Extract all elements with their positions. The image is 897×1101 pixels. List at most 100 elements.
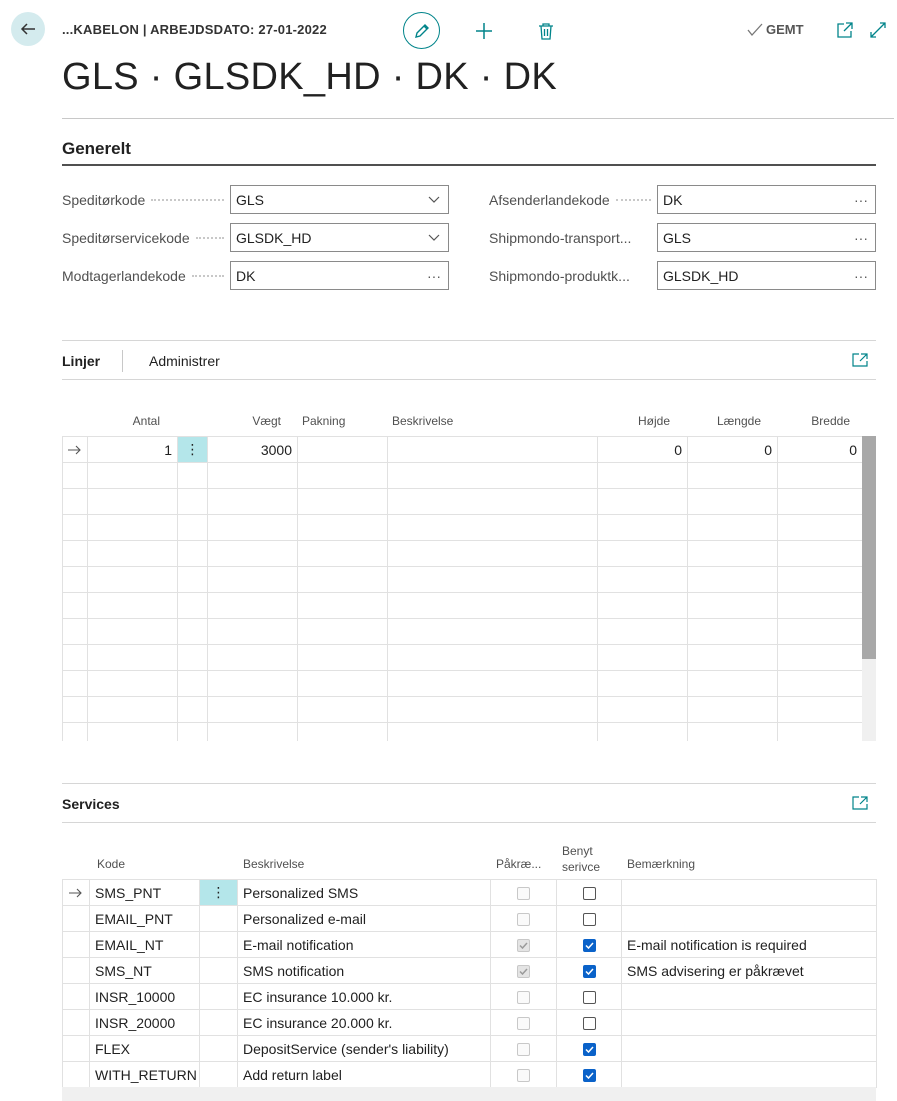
use-service-checkbox-cell[interactable]: [556, 957, 622, 984]
service-code-cell[interactable]: EMAIL_NT: [89, 931, 200, 958]
shipmondo-product-field[interactable]: GLSDK_HD ···: [657, 261, 876, 290]
services-expand-button[interactable]: [851, 795, 869, 811]
remark-cell[interactable]: [621, 1009, 877, 1036]
service-code-cell[interactable]: EMAIL_PNT: [89, 905, 200, 932]
column-header-remark[interactable]: Bemærkning: [627, 857, 695, 871]
use-service-checkbox[interactable]: [582, 991, 596, 1005]
tab-lines[interactable]: Linjer: [62, 353, 100, 369]
use-service-checkbox[interactable]: [582, 1069, 596, 1083]
table-row[interactable]: INSR_10000 EC insurance 10.000 kr.: [62, 983, 877, 1010]
service-description-cell[interactable]: Personalized SMS: [237, 879, 491, 906]
service-code-cell[interactable]: INSR_10000: [89, 983, 200, 1010]
table-row[interactable]: [62, 696, 862, 723]
service-code-cell[interactable]: INSR_20000: [89, 1009, 200, 1036]
use-service-checkbox[interactable]: [582, 965, 596, 979]
table-row[interactable]: [62, 722, 862, 741]
service-description-cell[interactable]: Personalized e-mail: [237, 905, 491, 932]
lookup-ellipsis-icon[interactable]: ···: [420, 268, 448, 284]
service-description-cell[interactable]: EC insurance 20.000 kr.: [237, 1009, 491, 1036]
back-button[interactable]: [11, 12, 45, 46]
table-row[interactable]: [62, 462, 862, 489]
height-cell[interactable]: 0: [597, 436, 688, 463]
remark-cell[interactable]: [621, 983, 877, 1010]
service-description-cell[interactable]: DepositService (sender's liability): [237, 1035, 491, 1062]
table-row[interactable]: 1 ⋮ 3000 0 0 0: [62, 436, 862, 463]
table-row[interactable]: [62, 618, 862, 645]
row-menu-button[interactable]: [199, 957, 238, 984]
edit-button[interactable]: [403, 12, 440, 49]
table-row[interactable]: EMAIL_PNT Personalized e-mail: [62, 905, 877, 932]
expand-button[interactable]: [868, 20, 888, 40]
service-description-cell[interactable]: E-mail notification: [237, 931, 491, 958]
use-service-checkbox[interactable]: [582, 939, 596, 953]
use-service-checkbox[interactable]: [582, 887, 596, 901]
table-row[interactable]: [62, 540, 862, 567]
column-header-quantity[interactable]: Antal: [88, 414, 160, 428]
table-row[interactable]: SMS_PNT ⋮ Personalized SMS: [62, 879, 877, 906]
table-row[interactable]: SMS_NT SMS notification SMS advisering er …: [62, 957, 877, 984]
table-row[interactable]: WITH_RETURN Add return label: [62, 1061, 877, 1088]
remark-cell[interactable]: [621, 1035, 877, 1062]
table-row[interactable]: [62, 514, 862, 541]
remark-cell[interactable]: [621, 879, 877, 906]
table-row[interactable]: [62, 592, 862, 619]
receiver-country-code-field[interactable]: DK ···: [230, 261, 449, 290]
use-service-checkbox-cell[interactable]: [556, 983, 622, 1010]
tab-manage[interactable]: Administrer: [149, 353, 220, 369]
quantity-cell[interactable]: 1: [87, 436, 178, 463]
column-header-weight[interactable]: Vægt: [207, 414, 281, 428]
table-row[interactable]: EMAIL_NT E-mail notification E-mail notifi…: [62, 931, 877, 958]
table-row[interactable]: FLEX DepositService (sender's liability): [62, 1035, 877, 1062]
table-row[interactable]: [62, 670, 862, 697]
carrier-service-code-dropdown[interactable]: GLSDK_HD: [230, 223, 449, 252]
column-header-length[interactable]: Længde: [687, 414, 761, 428]
column-header-width[interactable]: Bredde: [777, 414, 850, 428]
service-code-cell[interactable]: SMS_NT: [89, 957, 200, 984]
length-cell[interactable]: 0: [687, 436, 778, 463]
column-header-service-description[interactable]: Beskrivelse: [243, 857, 304, 871]
new-button[interactable]: [473, 20, 495, 42]
row-menu-button[interactable]: [199, 1061, 238, 1088]
table-row[interactable]: [62, 566, 862, 593]
service-code-cell[interactable]: FLEX: [89, 1035, 200, 1062]
use-service-checkbox[interactable]: [582, 913, 596, 927]
column-header-packing[interactable]: Pakning: [302, 414, 345, 428]
remark-cell[interactable]: E-mail notification is required: [621, 931, 877, 958]
column-header-use-service-line2[interactable]: serivce: [562, 860, 600, 874]
packing-cell[interactable]: [297, 436, 388, 463]
column-header-height[interactable]: Højde: [597, 414, 670, 428]
lookup-ellipsis-icon[interactable]: ···: [847, 230, 875, 246]
use-service-checkbox-cell[interactable]: [556, 931, 622, 958]
lookup-ellipsis-icon[interactable]: ···: [847, 268, 875, 284]
use-service-checkbox-cell[interactable]: [556, 1035, 622, 1062]
use-service-checkbox-cell[interactable]: [556, 1009, 622, 1036]
row-menu-button[interactable]: [199, 905, 238, 932]
lookup-ellipsis-icon[interactable]: ···: [847, 192, 875, 208]
weight-cell[interactable]: 3000: [207, 436, 298, 463]
row-menu-button[interactable]: [199, 1009, 238, 1036]
table-row[interactable]: INSR_20000 EC insurance 20.000 kr.: [62, 1009, 877, 1036]
services-heading[interactable]: Services: [62, 796, 120, 812]
lines-expand-button[interactable]: [851, 352, 869, 368]
use-service-checkbox-cell[interactable]: [556, 879, 622, 906]
column-header-code[interactable]: Kode: [97, 857, 125, 871]
use-service-checkbox-cell[interactable]: [556, 1061, 622, 1088]
width-cell[interactable]: 0: [777, 436, 862, 463]
remark-cell[interactable]: [621, 905, 877, 932]
service-code-cell[interactable]: SMS_PNT: [89, 879, 200, 906]
remark-cell[interactable]: SMS advisering er påkrævet: [621, 957, 877, 984]
column-header-description[interactable]: Beskrivelse: [392, 414, 453, 428]
row-menu-button[interactable]: ⋮: [199, 879, 238, 906]
carrier-code-dropdown[interactable]: GLS: [230, 185, 449, 214]
row-menu-button[interactable]: [199, 1035, 238, 1062]
service-code-cell[interactable]: WITH_RETURN: [89, 1061, 200, 1088]
service-description-cell[interactable]: EC insurance 10.000 kr.: [237, 983, 491, 1010]
open-new-window-button[interactable]: [835, 20, 855, 40]
description-cell[interactable]: [387, 436, 598, 463]
delete-button[interactable]: [535, 20, 557, 42]
use-service-checkbox[interactable]: [582, 1017, 596, 1031]
service-description-cell[interactable]: Add return label: [237, 1061, 491, 1088]
use-service-checkbox[interactable]: [582, 1043, 596, 1057]
sender-country-code-field[interactable]: DK ···: [657, 185, 876, 214]
service-description-cell[interactable]: SMS notification: [237, 957, 491, 984]
